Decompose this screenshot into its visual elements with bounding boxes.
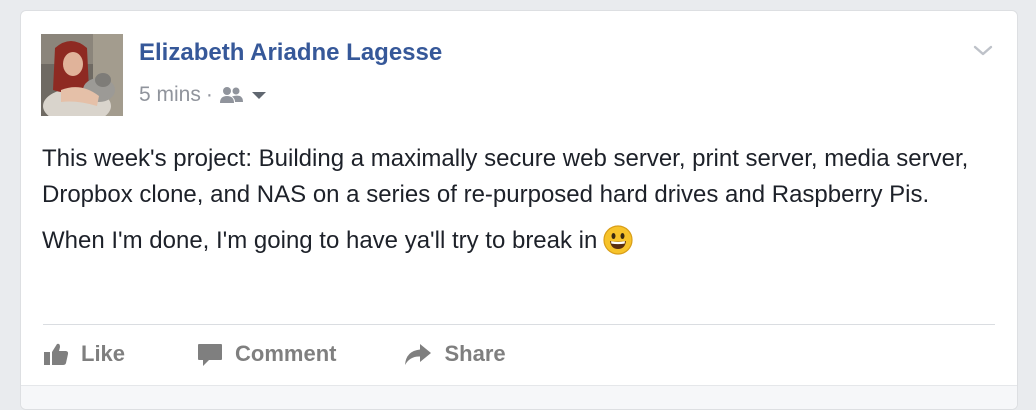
comment-button[interactable]: Comment [197, 341, 336, 367]
post-paragraph-2: When I'm done, I'm going to have ya'll t… [42, 223, 992, 266]
post-body: This week's project: Building a maximall… [42, 141, 992, 276]
author-name-link[interactable]: Elizabeth Ariadne Lagesse [139, 39, 442, 67]
thumbs-up-icon [44, 343, 69, 365]
share-arrow-icon [405, 344, 432, 365]
audience-selector[interactable] [219, 86, 268, 104]
author-avatar[interactable] [41, 34, 123, 116]
like-label: Like [81, 341, 126, 366]
caret-down-icon [251, 92, 266, 99]
meta-separator: · [205, 83, 213, 106]
share-button[interactable]: Share [404, 341, 506, 367]
post-card: Elizabeth Ariadne Lagesse 5 mins · This … [20, 10, 1018, 410]
post-paragraph-1: This week's project: Building a maximall… [42, 145, 969, 208]
share-label: Share [444, 341, 506, 366]
post-timestamp[interactable]: 5 mins [139, 83, 201, 107]
post-meta: 5 mins · [139, 83, 268, 107]
actions-divider [43, 324, 995, 325]
post-paragraph-2-text: When I'm done, I'm going to have ya'll t… [42, 227, 598, 254]
friends-icon [219, 87, 243, 103]
comment-bubble-icon [198, 344, 223, 366]
comments-area [21, 385, 1017, 409]
post-actions-bar: Like Comment Share [43, 341, 506, 367]
grinning-face-emoji-icon [603, 225, 633, 266]
post-options-chevron-icon[interactable] [971, 39, 995, 63]
comment-label: Comment [235, 341, 337, 366]
like-button[interactable]: Like [43, 341, 125, 367]
